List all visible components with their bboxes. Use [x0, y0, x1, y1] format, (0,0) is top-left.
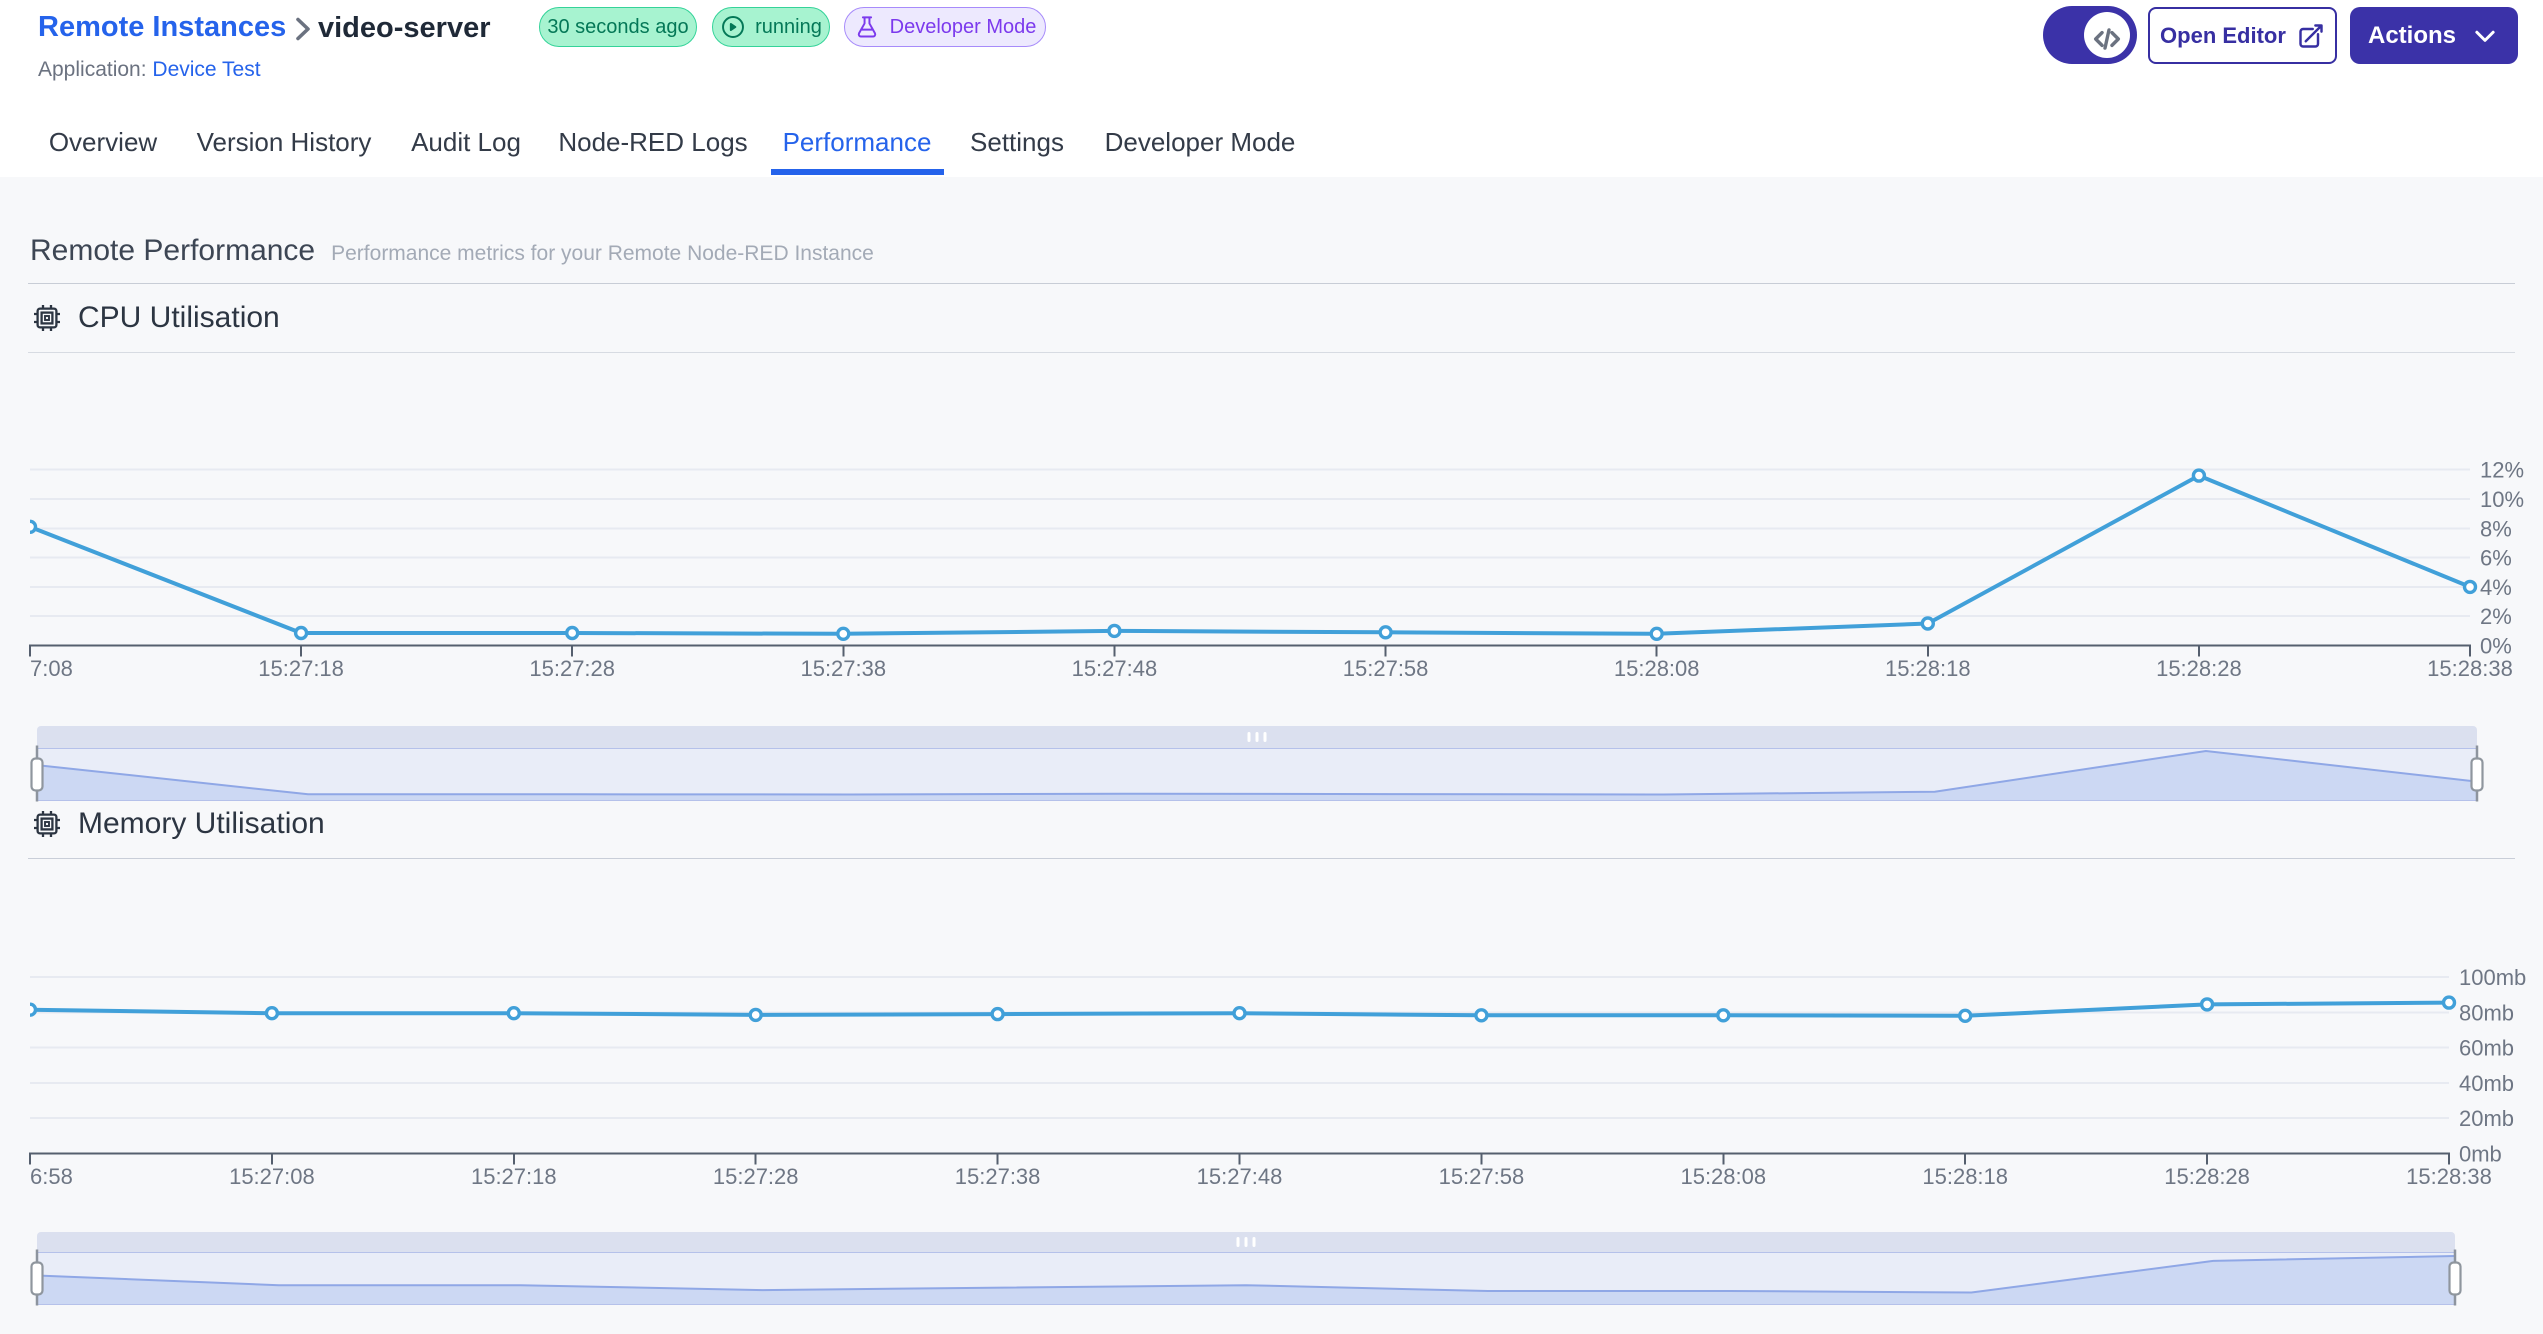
svg-text:15:28:18: 15:28:18 [1922, 1164, 2008, 1189]
svg-text:10%: 10% [2480, 487, 2524, 512]
svg-text:6%: 6% [2480, 546, 2512, 571]
svg-text:15:27:18: 15:27:18 [258, 656, 344, 681]
svg-text:7:08: 7:08 [30, 656, 73, 681]
svg-text:15:27:48: 15:27:48 [1197, 1164, 1283, 1189]
svg-text:0%: 0% [2480, 634, 2512, 659]
svg-text:0mb: 0mb [2459, 1142, 2502, 1167]
svg-text:15:28:18: 15:28:18 [1885, 656, 1971, 681]
svg-text:15:28:28: 15:28:28 [2164, 1164, 2250, 1189]
svg-text:15:27:58: 15:27:58 [1439, 1164, 1525, 1189]
svg-text:15:27:08: 15:27:08 [229, 1164, 315, 1189]
svg-text:4%: 4% [2480, 575, 2512, 600]
svg-text:15:28:08: 15:28:08 [1614, 656, 1700, 681]
svg-text:15:27:28: 15:27:28 [529, 656, 615, 681]
svg-text:6:58: 6:58 [30, 1164, 73, 1189]
svg-text:15:27:28: 15:27:28 [713, 1164, 799, 1189]
svg-text:40mb: 40mb [2459, 1071, 2514, 1096]
svg-text:15:28:38: 15:28:38 [2427, 656, 2513, 681]
svg-text:15:27:18: 15:27:18 [471, 1164, 557, 1189]
svg-text:15:27:38: 15:27:38 [955, 1164, 1041, 1189]
svg-text:12%: 12% [2480, 458, 2524, 483]
svg-text:8%: 8% [2480, 516, 2512, 541]
svg-text:15:27:58: 15:27:58 [1343, 656, 1429, 681]
svg-text:15:27:48: 15:27:48 [1072, 656, 1158, 681]
svg-text:60mb: 60mb [2459, 1036, 2514, 1061]
svg-text:100mb: 100mb [2459, 965, 2526, 990]
svg-text:20mb: 20mb [2459, 1106, 2514, 1131]
svg-text:15:28:38: 15:28:38 [2406, 1164, 2492, 1189]
svg-text:15:28:08: 15:28:08 [1680, 1164, 1766, 1189]
svg-text:15:27:38: 15:27:38 [800, 656, 886, 681]
svg-text:15:28:28: 15:28:28 [2156, 656, 2242, 681]
svg-text:80mb: 80mb [2459, 1000, 2514, 1025]
svg-text:2%: 2% [2480, 604, 2512, 629]
